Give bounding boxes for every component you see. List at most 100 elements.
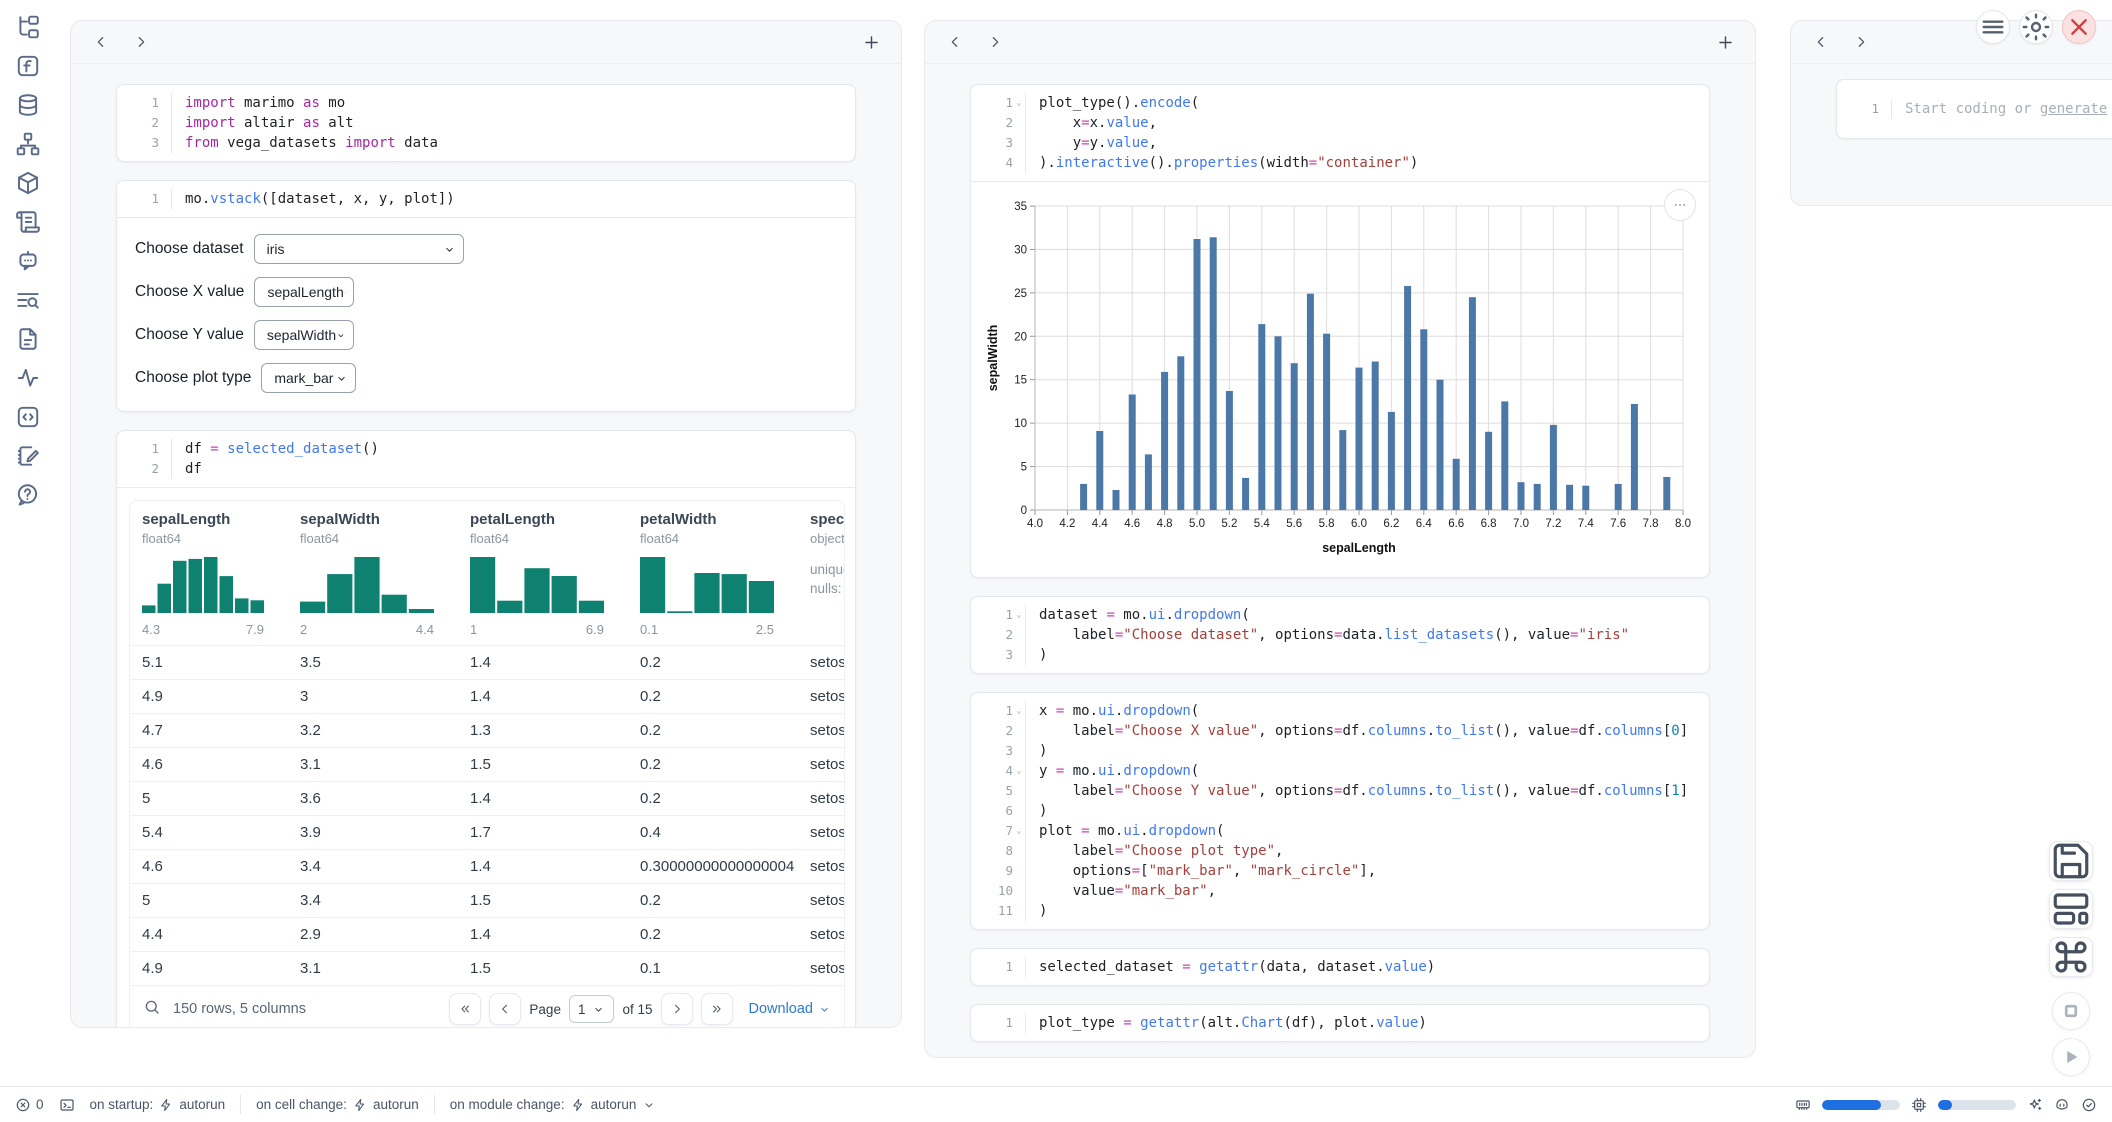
prev-page-button[interactable] (489, 993, 521, 1025)
code-line[interactable]: value="mark_bar", (1025, 881, 1709, 901)
sidebar-file-explorer-button[interactable] (15, 14, 41, 40)
fold-toggle-icon[interactable]: ⌄ (1013, 821, 1025, 841)
scroll-right-button[interactable] (983, 30, 1007, 54)
scroll-left-button[interactable] (89, 30, 113, 54)
save-button[interactable] (2049, 841, 2093, 881)
sidebar-ai-chat-button[interactable] (15, 248, 41, 274)
column-header[interactable]: sepalLength float64 4.3 7.9 (130, 501, 288, 645)
code-line[interactable]: x=x.value, (1025, 113, 1709, 133)
error-indicator[interactable]: 0 (15, 1097, 44, 1113)
scroll-right-button[interactable] (1849, 30, 1873, 54)
first-page-button[interactable] (449, 993, 481, 1025)
table-row[interactable]: 4.42.91.40.2setosa (130, 917, 844, 951)
code-line[interactable]: selected_dataset = getattr(data, dataset… (1025, 957, 1709, 977)
code-line[interactable]: label="Choose dataset", options=data.lis… (1025, 625, 1709, 645)
code-line[interactable]: options=["mark_bar", "mark_circle"], (1025, 861, 1709, 881)
table-row[interactable]: 53.61.40.2setosa (130, 781, 844, 815)
vstack-cell[interactable]: 1mo.vstack([dataset, x, y, plot]) Choose… (116, 180, 856, 412)
dropdown-choose-dataset[interactable]: iris (254, 234, 464, 264)
dataframe-cell[interactable]: 1df = selected_dataset()2df sepalLength … (116, 430, 856, 1028)
code-line[interactable]: from vega_datasets import data (171, 133, 855, 153)
sidebar-notebook-edit-button[interactable] (15, 443, 41, 469)
sidebar-tracing-button[interactable] (15, 365, 41, 391)
xy-plot-dropdowns-cell[interactable]: 1⌄x = mo.ui.dropdown(2 label="Choose X v… (970, 692, 1710, 930)
table-row[interactable]: 5.13.51.40.2setosa (130, 645, 844, 679)
code-line[interactable]: plot = mo.ui.dropdown( (1025, 821, 1709, 841)
code-line[interactable]: ) (1025, 741, 1709, 761)
sidebar-logs-button[interactable] (15, 209, 41, 235)
plot-cell[interactable]: 1⌄plot_type().encode(2 x=x.value,3 y=y.v… (970, 84, 1710, 578)
next-page-button[interactable] (661, 993, 693, 1025)
settings-button[interactable] (2019, 10, 2053, 44)
dropdown-choose-plot-type[interactable]: mark_bar (261, 363, 356, 393)
code-line[interactable]: ) (1025, 801, 1709, 821)
on-startup-setting[interactable]: on startup: autorun (90, 1097, 226, 1112)
code-line[interactable]: ).interactive().properties(width="contai… (1025, 153, 1709, 173)
stop-button[interactable] (2052, 992, 2090, 1030)
code-line[interactable]: ) (1025, 901, 1709, 921)
fold-toggle-icon[interactable]: ⌄ (1013, 701, 1025, 721)
sidebar-help-button[interactable] (15, 482, 41, 508)
code-line[interactable]: import marimo as mo (171, 93, 855, 113)
table-row[interactable]: 4.931.40.2setosa (130, 679, 844, 713)
close-button[interactable] (2062, 10, 2096, 44)
sidebar-outline-search-button[interactable] (15, 287, 41, 313)
ai-sparkles-icon[interactable] (2027, 1097, 2043, 1113)
copilot-icon[interactable] (2054, 1097, 2070, 1113)
dropdown-choose-x-value[interactable]: sepalLength (254, 277, 354, 307)
download-button[interactable]: Download (749, 1001, 832, 1017)
terminal-button[interactable] (59, 1097, 75, 1113)
sidebar-datasources-button[interactable] (15, 92, 41, 118)
sidebar-packages-button[interactable] (15, 170, 41, 196)
last-page-button[interactable] (701, 993, 733, 1025)
column-header[interactable]: species objectunique:nulls: (798, 501, 845, 645)
code-line[interactable]: mo.vstack([dataset, x, y, plot]) (171, 189, 855, 209)
sidebar-scratchpad-button[interactable] (15, 404, 41, 430)
fold-toggle-icon[interactable]: ⌄ (1013, 605, 1025, 625)
layout-button[interactable] (2049, 889, 2093, 929)
table-row[interactable]: 4.63.11.50.2setosa (130, 747, 844, 781)
fold-toggle-icon[interactable]: ⌄ (1013, 93, 1025, 113)
imports-cell[interactable]: 1import marimo as mo2import altair as al… (116, 84, 856, 162)
code-line[interactable]: label="Choose X value", options=df.colum… (1025, 721, 1709, 741)
on-module-change-setting[interactable]: on module change: autorun (450, 1097, 657, 1112)
code-line[interactable]: label="Choose plot type", (1025, 841, 1709, 861)
code-line[interactable]: df = selected_dataset() (171, 439, 855, 459)
code-line[interactable]: y=y.value, (1025, 133, 1709, 153)
code-line[interactable]: df (171, 459, 855, 479)
table-row[interactable]: 4.63.41.40.30000000000000004setosa (130, 849, 844, 883)
code-line[interactable]: import altair as alt (171, 113, 855, 133)
code-line[interactable]: y = mo.ui.dropdown( (1025, 761, 1709, 781)
column-header[interactable]: petalLength float64 1 6.9 (458, 501, 628, 645)
connection-status-icon[interactable] (2081, 1097, 2097, 1113)
on-cell-change-setting[interactable]: on cell change: autorun (256, 1097, 419, 1112)
table-row[interactable]: 4.93.11.50.1setosa (130, 951, 844, 985)
chart-menu-button[interactable] (1664, 189, 1696, 221)
scroll-right-button[interactable] (129, 30, 153, 54)
code-editor[interactable]: Start coding or generate with (1891, 99, 2112, 119)
code-line[interactable]: x = mo.ui.dropdown( (1025, 701, 1709, 721)
column-header[interactable]: petalWidth float64 0.1 2.5 (628, 501, 798, 645)
add-cell-button[interactable] (859, 30, 883, 54)
command-button[interactable] (2049, 937, 2093, 977)
table-search-button[interactable] (143, 998, 161, 1020)
sidebar-dependencies-button[interactable] (15, 131, 41, 157)
scroll-left-button[interactable] (1809, 30, 1833, 54)
code-line[interactable]: label="Choose Y value", options=df.colum… (1025, 781, 1709, 801)
sidebar-functions-button[interactable] (15, 53, 41, 79)
code-line[interactable]: plot_type().encode( (1025, 93, 1709, 113)
altair-bar-chart[interactable]: 4.04.24.44.64.85.05.25.45.65.86.06.26.46… (983, 192, 1699, 564)
code-line[interactable]: plot_type = getattr(alt.Chart(df), plot.… (1025, 1013, 1709, 1033)
column-header[interactable]: sepalWidth float64 2 4.4 (288, 501, 458, 645)
sidebar-snippets-button[interactable] (15, 326, 41, 352)
code-line[interactable]: dataset = mo.ui.dropdown( (1025, 605, 1709, 625)
table-row[interactable]: 4.73.21.30.2setosa (130, 713, 844, 747)
add-cell-button[interactable] (1713, 30, 1737, 54)
dropdown-choose-y-value[interactable]: sepalWidth (254, 320, 354, 350)
plot-type-cell[interactable]: 1plot_type = getattr(alt.Chart(df), plot… (970, 1004, 1710, 1042)
code-line[interactable]: ) (1025, 645, 1709, 665)
page-select[interactable]: 1 (569, 995, 615, 1023)
table-row[interactable]: 53.41.50.2setosa (130, 883, 844, 917)
dataset-dropdown-cell[interactable]: 1⌄dataset = mo.ui.dropdown(2 label="Choo… (970, 596, 1710, 674)
new-cell[interactable]: 1Start coding or generate with (1836, 79, 2112, 139)
